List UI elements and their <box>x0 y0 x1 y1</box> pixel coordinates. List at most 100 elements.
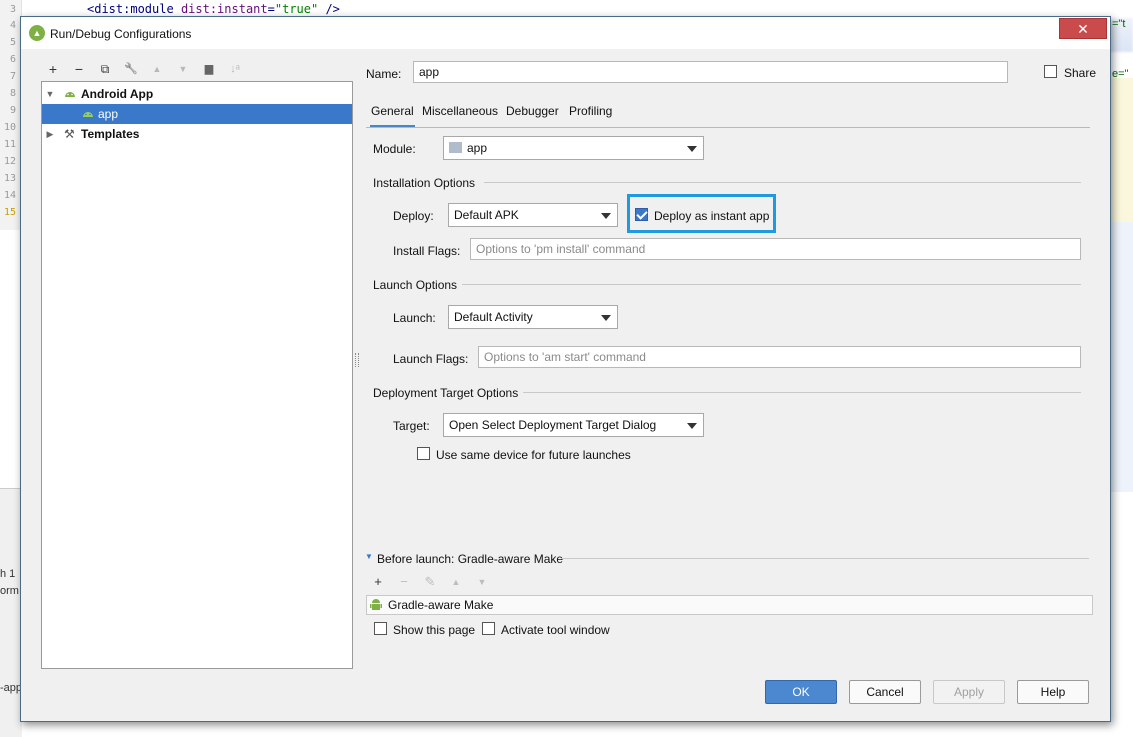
launch-value: Default Activity <box>454 310 533 324</box>
gradle-task-label: Gradle-aware Make <box>388 598 494 612</box>
show-page-label: Show this page <box>393 623 476 637</box>
tab-miscellaneous[interactable]: Miscellaneous <box>421 101 499 127</box>
chevron-down-icon <box>601 213 611 219</box>
launch-flags-label: Launch Flags: <box>393 352 469 366</box>
chevron-down-icon <box>687 423 697 429</box>
tab-separator <box>366 127 1090 128</box>
add-task-icon[interactable]: + <box>370 574 386 590</box>
help-button[interactable]: Help <box>1017 680 1089 704</box>
code-tag: <dist:module <box>87 2 174 16</box>
name-input[interactable]: app <box>413 61 1008 83</box>
splitter-handle[interactable] <box>355 353 359 367</box>
installation-section-title: Installation Options <box>373 176 476 190</box>
launch-section-title: Launch Options <box>373 278 458 292</box>
chevron-down-icon <box>687 146 697 152</box>
add-icon[interactable]: + <box>43 59 63 79</box>
edit-task-icon[interactable]: ✎ <box>422 574 438 590</box>
collapse-triangle-icon[interactable]: ▼ <box>365 552 373 561</box>
sort-icon[interactable]: ↓ᵃ <box>225 59 245 79</box>
remove-icon[interactable]: − <box>69 59 89 79</box>
before-launch-title[interactable]: Before launch: Gradle-aware Make <box>377 552 563 566</box>
configuration-tree: ▼ Android App app ▶ ⚒ Templates <box>41 81 353 669</box>
share-checkbox[interactable] <box>1044 65 1057 78</box>
wrench-icon[interactable]: 🔧 <box>121 59 141 79</box>
line-number: 14 <box>3 190 16 201</box>
edge-text: e=" <box>1112 68 1129 80</box>
tree-node-templates[interactable]: ▶ ⚒ Templates <box>42 124 352 144</box>
dialog-title: Run/Debug Configurations <box>50 27 192 41</box>
tree-node-app[interactable]: app <box>42 104 352 124</box>
deploy-label: Deploy: <box>393 209 434 223</box>
tree-label-templates: Templates <box>81 127 140 141</box>
android-icon <box>83 112 93 117</box>
chevron-down-icon[interactable]: ▼ <box>44 84 56 104</box>
folder-icon[interactable]: ▆ <box>199 59 219 79</box>
code-eq: = <box>267 2 275 16</box>
move-up-icon[interactable]: ▲ <box>147 59 167 79</box>
ok-button[interactable]: OK <box>765 680 837 704</box>
install-flags-label: Install Flags: <box>393 244 461 258</box>
name-label: Name: <box>366 67 402 81</box>
android-icon <box>65 92 75 97</box>
copy-icon[interactable]: ⧉ <box>95 59 115 79</box>
line-number: 13 <box>3 173 16 184</box>
share-label: Share <box>1064 66 1097 80</box>
tab-debugger[interactable]: Debugger <box>505 101 560 127</box>
install-flags-input[interactable]: Options to 'pm install' command <box>470 238 1081 260</box>
tab-general[interactable]: General <box>370 101 415 127</box>
launch-select[interactable]: Default Activity <box>448 305 618 329</box>
move-up-icon[interactable]: ▲ <box>448 574 464 590</box>
edge-text: h 1 <box>0 568 16 580</box>
same-device-checkbox[interactable] <box>417 447 430 460</box>
module-select[interactable]: app <box>443 136 704 160</box>
chevron-right-icon[interactable]: ▶ <box>44 124 56 144</box>
android-studio-icon: ▲ <box>29 25 45 41</box>
editor-side-strip <box>1110 222 1133 492</box>
line-number: 7 <box>9 71 16 82</box>
target-select[interactable]: Open Select Deployment Target Dialog <box>443 413 704 437</box>
show-page-checkbox[interactable] <box>374 622 387 635</box>
apply-button[interactable]: Apply <box>933 680 1005 704</box>
launch-flags-input[interactable]: Options to 'am start' command <box>478 346 1081 368</box>
code-line: <dist:module dist:instant="true" /> <box>87 2 340 16</box>
tab-profiling[interactable]: Profiling <box>568 101 613 127</box>
tree-label-android-app: Android App <box>81 87 154 101</box>
activate-tool-window-label: Activate tool window <box>501 623 610 637</box>
same-device-label: Use same device for future launches <box>436 448 631 462</box>
target-section-title: Deployment Target Options <box>373 386 519 400</box>
dialog-titlebar: ▲ Run/Debug Configurations ✕ <box>21 17 1110 49</box>
deploy-select[interactable]: Default APK <box>448 203 618 227</box>
instant-app-checkbox[interactable] <box>635 208 648 221</box>
module-label: Module: <box>373 142 416 156</box>
tree-node-android-app[interactable]: ▼ Android App <box>42 84 352 104</box>
move-down-icon[interactable]: ▼ <box>173 59 193 79</box>
launch-label: Launch: <box>393 311 436 325</box>
section-separator <box>462 284 1081 285</box>
deploy-value: Default APK <box>454 208 519 222</box>
remove-task-icon[interactable]: − <box>396 574 412 590</box>
cancel-button[interactable]: Cancel <box>849 680 921 704</box>
code-end: /> <box>318 2 340 16</box>
gradle-task-row[interactable]: Gradle-aware Make <box>366 595 1093 615</box>
code-value: "true" <box>274 2 319 16</box>
edge-text: orm <box>0 585 19 597</box>
editor-gutter: 3 4 5 6 7 8 9 10 11 12 13 14 15 <box>0 0 22 230</box>
move-down-icon[interactable]: ▼ <box>474 574 490 590</box>
instant-app-label: Deploy as instant app <box>654 209 770 223</box>
code-attr: dist:instant <box>180 2 268 16</box>
tree-label-app: app <box>98 107 119 121</box>
tool-window-strip <box>0 488 22 737</box>
line-number: 12 <box>3 156 16 167</box>
target-value: Open Select Deployment Target Dialog <box>449 418 657 432</box>
line-number: 15 <box>3 207 16 218</box>
chevron-down-icon <box>601 315 611 321</box>
section-separator <box>561 558 1089 559</box>
activate-tool-window-checkbox[interactable] <box>482 622 495 635</box>
line-number: 5 <box>9 37 16 48</box>
line-number: 9 <box>9 105 16 116</box>
wrench-icon: ⚒ <box>64 127 75 141</box>
edge-text: -app <box>0 682 23 694</box>
line-number: 11 <box>3 139 16 150</box>
android-icon <box>370 599 382 610</box>
close-button[interactable]: ✕ <box>1059 18 1107 39</box>
